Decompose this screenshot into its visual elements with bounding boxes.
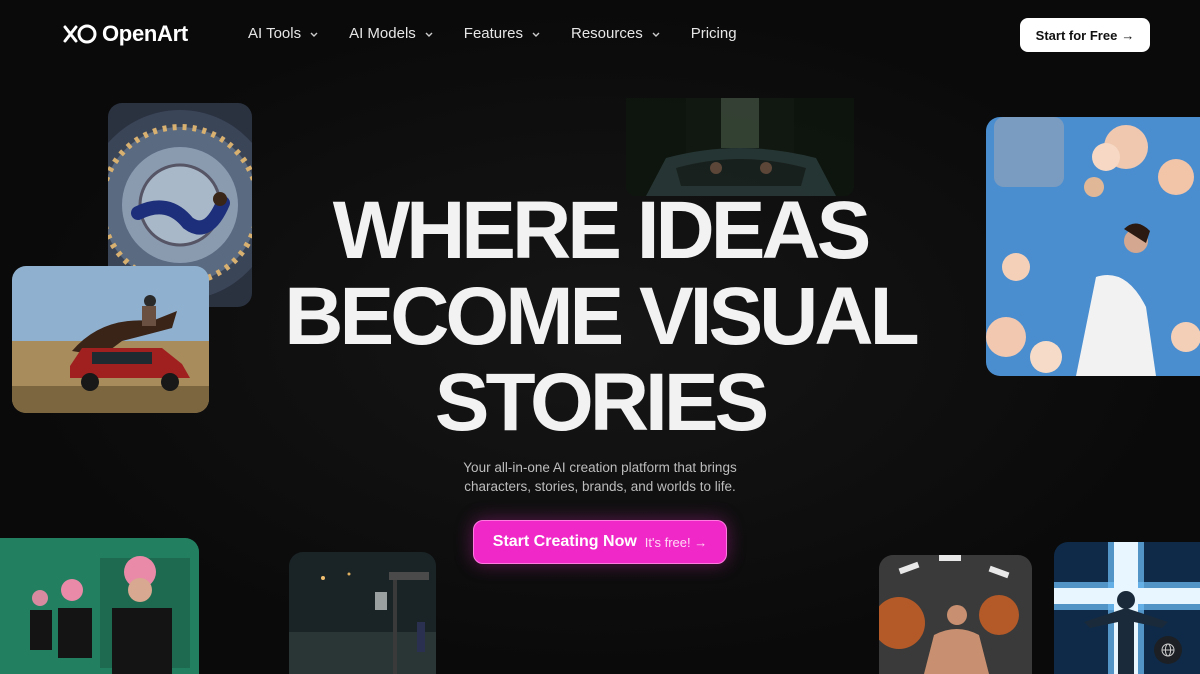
nav-item-ai-models[interactable]: AI Models [349,25,434,42]
tile-green-mirrors-image [0,538,199,674]
chevron-down-icon [652,32,660,37]
hero-subtitle: Your all-in-one AI creation platform tha… [0,458,1200,496]
start-creating-now-button[interactable]: Start Creating Now It's free! → [473,520,727,564]
headline-line: STORIES [434,357,769,448]
arrow-right-icon: → [1121,27,1135,43]
tile-car-forest-image [626,98,854,196]
top-nav: OpenArt AI Tools AI Models Features Reso… [0,0,1200,70]
subtitle-line: Your all-in-one AI creation platform tha… [463,460,737,475]
hero-headline: WHERE IDEAS BECOME VISUAL STORIES [0,188,1200,446]
brand-logo[interactable]: OpenArt [62,21,188,47]
chevron-down-icon [532,32,540,37]
tile-night-street-image [289,552,436,674]
nav-item-label: Features [463,25,523,42]
landing-page: OpenArt AI Tools AI Models Features Reso… [0,0,1200,674]
its-free-label: It's free! → [644,534,708,550]
chevron-down-icon [310,32,318,37]
subtitle-line: characters, stories, brands, and worlds … [464,479,736,494]
globe-icon [1161,643,1175,657]
start-for-free-button[interactable]: Start for Free → [1020,18,1150,52]
nav-item-pricing[interactable]: Pricing [691,25,737,42]
brand-name: OpenArt [102,21,188,46]
chevron-down-icon [425,32,433,37]
nav-item-ai-tools[interactable]: AI Tools [248,25,319,42]
headline-line: WHERE IDEAS [332,185,872,276]
headline-line: BECOME VISUAL [284,271,919,362]
tile-basketball-image [879,555,1032,674]
nav-item-features[interactable]: Features [464,25,541,42]
nav-menu: AI Tools AI Models Features Resources Pr… [248,25,767,42]
start-creating-label: Start Creating Now [492,533,637,550]
openart-logo-icon [63,24,97,44]
nav-item-label: Resources [571,25,643,42]
language-button[interactable] [1154,636,1182,664]
nav-item-label: AI Models [349,25,416,42]
nav-item-label: AI Tools [248,25,302,42]
nav-item-label: Pricing [690,25,737,42]
start-for-free-label: Start for Free [1035,27,1118,43]
nav-item-resources[interactable]: Resources [571,25,661,42]
